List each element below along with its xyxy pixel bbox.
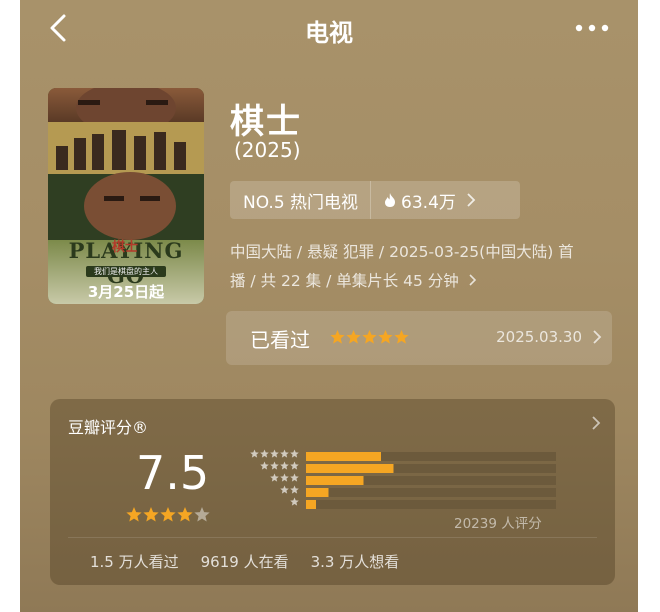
histogram-star-icon (290, 485, 299, 494)
histogram-star-icon (280, 461, 289, 470)
rating-histogram (306, 452, 556, 509)
star-icon (394, 330, 409, 344)
rating-score: 7.5 (136, 446, 210, 500)
stat-watched[interactable]: 1.5 万人看过 (90, 551, 179, 572)
rank-chip[interactable]: NO.5 热门电视 63.4万 (230, 181, 520, 219)
histogram-star-icon (290, 497, 299, 506)
douban-rating-card[interactable]: 豆瓣评分® 7.5 20239 人评分 1.5 万人看过 9619 人在看 3.… (50, 399, 615, 585)
histogram-star-icon (260, 449, 269, 458)
chevron-right-icon (593, 330, 602, 344)
histogram-bar-3-star (306, 476, 364, 485)
star-icon (177, 507, 193, 522)
chevron-right-icon (469, 274, 476, 286)
histogram-track (306, 500, 556, 509)
rating-stars (126, 506, 211, 528)
watched-stars (330, 329, 410, 350)
poster-image[interactable]: PLAYING GO 棋士 我们是棋盘的主人 3月25日起 (48, 88, 204, 304)
histogram-star-labels (250, 449, 299, 506)
divider (68, 537, 597, 538)
rating-brand: 豆瓣评分® (68, 418, 149, 437)
poster-tagline: 我们是棋盘的主人 (86, 266, 166, 277)
chevron-right-icon[interactable] (591, 415, 601, 431)
stat-watching[interactable]: 9619 人在看 (201, 551, 289, 572)
histogram-star-icon (290, 461, 299, 470)
star-icon (126, 507, 142, 522)
histogram-star-icon (270, 449, 279, 458)
histogram-star-icon (290, 449, 299, 458)
star-icon (330, 330, 345, 344)
movie-info[interactable]: 中国大陆 / 悬疑 犯罪 / 2025-03-25(中国大陆) 首 播 / 共 … (230, 238, 620, 296)
star-icon (143, 507, 159, 522)
histogram-bar-1-star (306, 500, 316, 509)
watched-date: 2025.03.30 (496, 328, 582, 346)
chevron-right-icon (467, 193, 476, 207)
star-icon (194, 507, 210, 522)
info-line-2-row: 播 / 共 22 集 / 单集片长 45 分钟 (230, 267, 620, 296)
rating-count[interactable]: 20239 人评分 (454, 512, 542, 532)
fire-icon (385, 193, 396, 207)
histogram-bar-4-star (306, 464, 394, 473)
histogram-star-icon (290, 473, 299, 482)
poster-logo-cn: 棋士 (112, 240, 139, 255)
movie-title: 棋士 (230, 102, 302, 142)
star-icon (362, 330, 377, 344)
page-title: 电视 (305, 19, 353, 47)
info-line-1: 中国大陆 / 悬疑 犯罪 / 2025-03-25(中国大陆) 首 (230, 243, 574, 261)
star-icon (160, 507, 176, 522)
watched-label: 已看过 (250, 328, 310, 352)
star-icon (378, 330, 393, 344)
watched-card[interactable]: 已看过 2025.03.30 (226, 311, 612, 365)
poster-date: 3月25日起 (87, 283, 165, 301)
audience-stats: 1.5 万人看过 9619 人在看 3.3 万人想看 (90, 551, 399, 572)
app-screen: 电视 PLAYING 棋士 我们是棋盘的主人 3月25日起 棋士 (2025) … (20, 0, 638, 612)
histogram-star-icon (280, 473, 289, 482)
histogram-star-icon (280, 485, 289, 494)
histogram-star-icon (280, 449, 289, 458)
histogram-bar-2-star (306, 488, 329, 497)
stat-want[interactable]: 3.3 万人想看 (311, 551, 400, 572)
histogram-star-icon (270, 461, 279, 470)
heat-group: 63.4万 (371, 188, 482, 213)
info-line-2: 播 / 共 22 集 / 单集片长 45 分钟 (230, 272, 459, 290)
histogram-star-icon (270, 473, 279, 482)
histogram-star-icon (250, 449, 259, 458)
histogram-star-icon (260, 461, 269, 470)
heat-value: 63.4万 (401, 192, 456, 213)
star-icon (346, 330, 361, 344)
histogram-bar-5-star (306, 452, 381, 461)
rank-label: NO.5 热门电视 (230, 181, 372, 219)
top-bar: 电视 (20, 0, 638, 58)
more-dots-icon[interactable] (572, 14, 612, 42)
movie-year: (2025) (234, 138, 301, 162)
histogram-track (306, 488, 556, 497)
